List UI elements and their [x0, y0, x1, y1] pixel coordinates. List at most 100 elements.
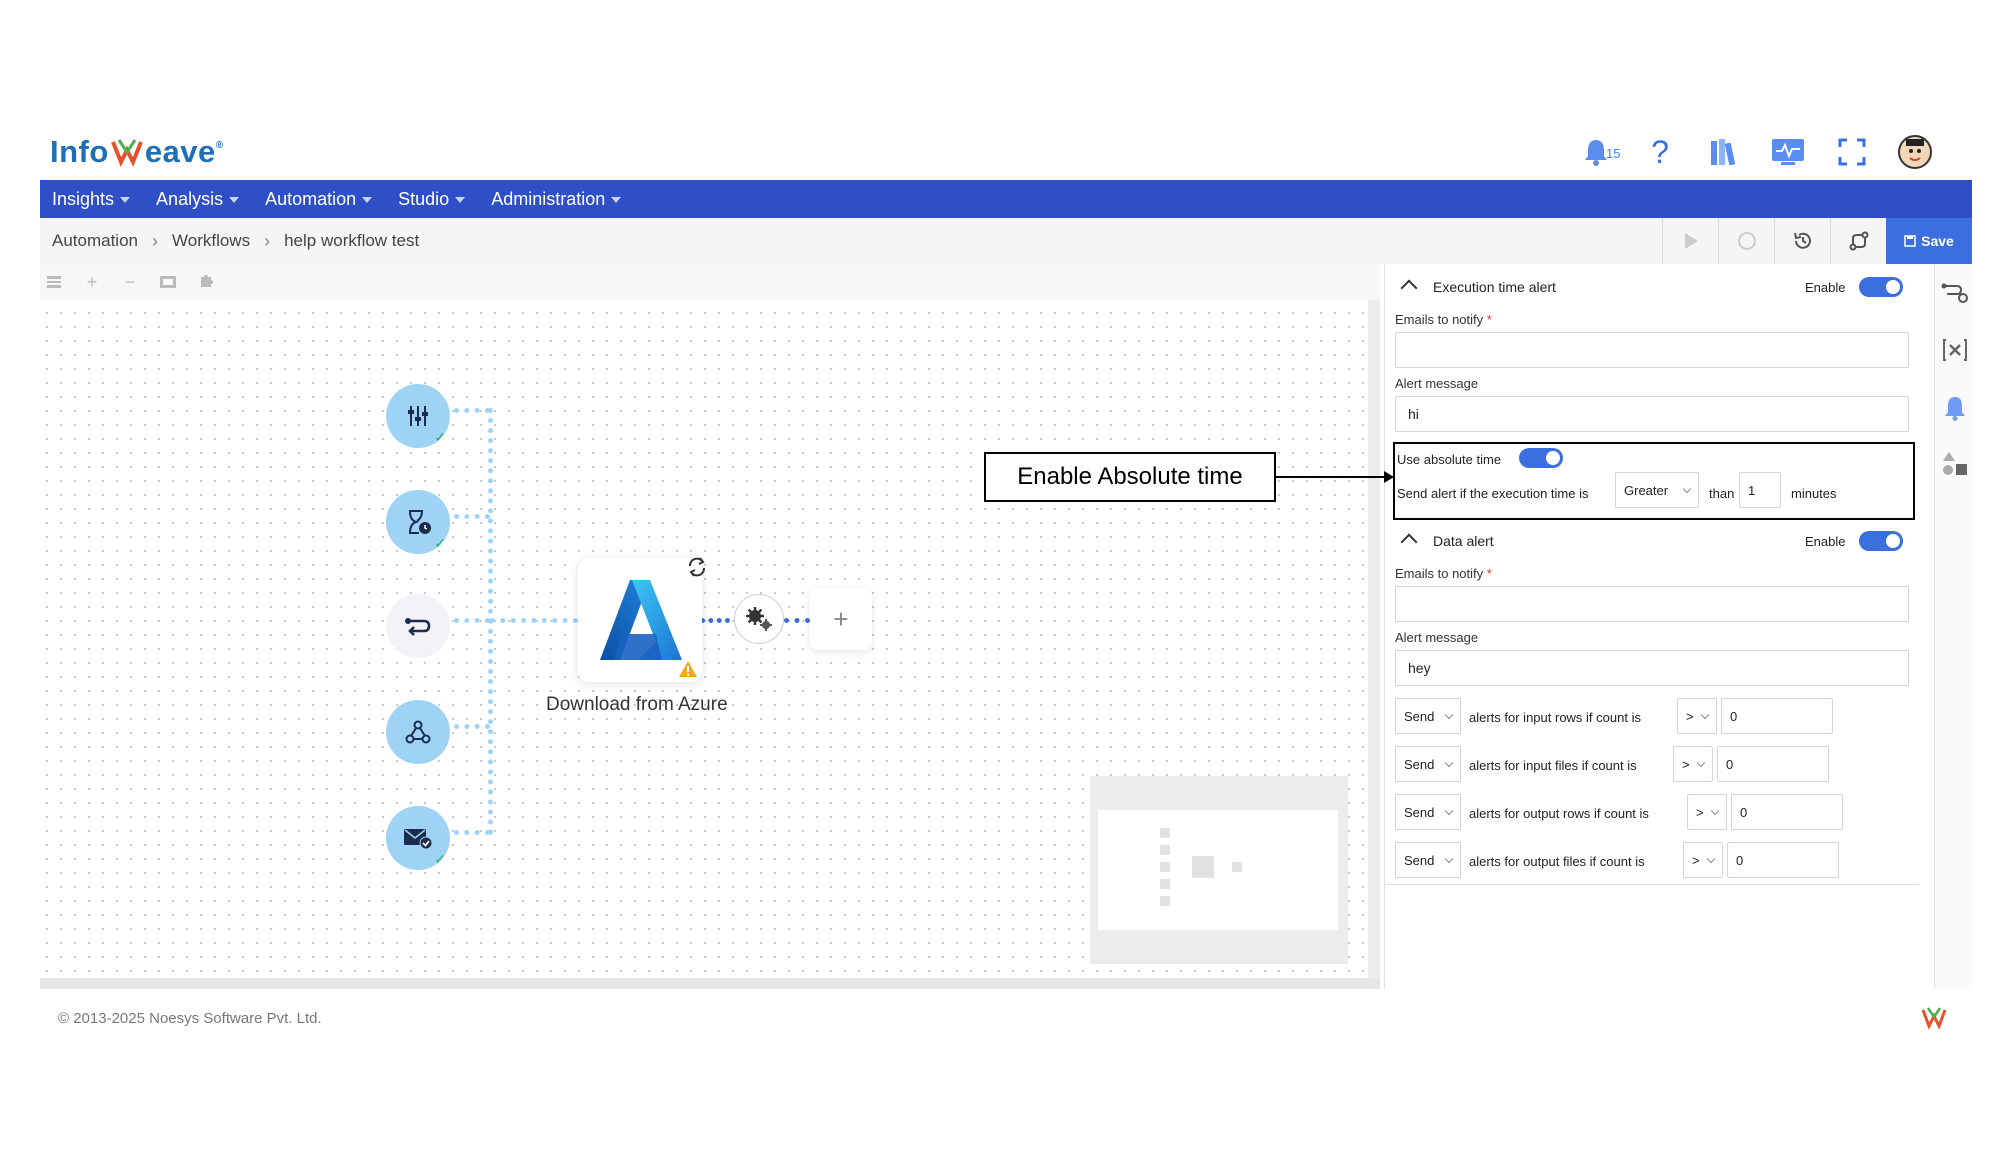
azure-node-label: Download from Azure: [546, 694, 728, 715]
node-settings[interactable]: [734, 594, 784, 644]
send-select[interactable]: Send: [1395, 746, 1461, 782]
execution-message-input[interactable]: hi: [1395, 396, 1909, 432]
data-alert-header[interactable]: Data alert Enable: [1385, 526, 1925, 556]
route-settings-icon[interactable]: [1941, 278, 1969, 306]
absolute-time-toggle[interactable]: [1519, 448, 1563, 468]
add-node-button[interactable]: +: [810, 588, 872, 650]
email-node[interactable]: ✓: [386, 806, 450, 870]
send-select[interactable]: Send: [1395, 794, 1461, 830]
execution-alert-header[interactable]: Execution time alert Enable: [1385, 272, 1925, 302]
send-select[interactable]: Send: [1395, 842, 1461, 878]
gears-icon: [746, 607, 772, 631]
save-button[interactable]: Save: [1886, 218, 1972, 264]
main-menu: Insights Analysis Automation Studio Admi…: [40, 180, 1972, 218]
operator-select[interactable]: >: [1673, 746, 1713, 782]
user-avatar[interactable]: [1898, 135, 1932, 169]
canvas-bottom-resize-handle[interactable]: [40, 978, 1380, 989]
menu-insights[interactable]: Insights: [52, 189, 131, 210]
fit-view-icon[interactable]: [158, 272, 178, 292]
chevron-down-icon: [611, 197, 622, 203]
alert-row-input-rows: Send alerts for input rows if count is >…: [1395, 698, 1935, 738]
puzzle-icon[interactable]: [196, 272, 216, 292]
count-input[interactable]: 0: [1727, 842, 1839, 878]
operator-select[interactable]: >: [1683, 842, 1723, 878]
wait-node[interactable]: ✓: [386, 490, 450, 554]
zoom-in-icon[interactable]: +: [82, 272, 102, 292]
execution-emails-input[interactable]: [1395, 332, 1909, 368]
menu-automation[interactable]: Automation: [265, 189, 373, 210]
connector: [454, 830, 490, 835]
breadcrumb-workflows[interactable]: Workflows: [172, 231, 250, 251]
azure-download-node[interactable]: [578, 557, 705, 682]
send-select[interactable]: Send: [1395, 698, 1461, 734]
comparison-select[interactable]: Greater: [1615, 472, 1699, 508]
filter-node[interactable]: ✓: [386, 384, 450, 448]
operator-select[interactable]: >: [1687, 794, 1727, 830]
breadcrumb-current: help workflow test: [284, 231, 420, 250]
chevron-down-icon: [362, 197, 373, 203]
canvas-resize-handle[interactable]: [1368, 300, 1380, 978]
chevron-down-icon: [1700, 710, 1710, 720]
execution-message-label: Alert message: [1395, 376, 1479, 391]
collapse-tool-icon[interactable]: [44, 272, 64, 292]
count-input[interactable]: 0: [1731, 794, 1843, 830]
email-check-icon: [404, 829, 433, 850]
chevron-right-icon: ›: [264, 230, 271, 251]
connector: [454, 514, 490, 519]
count-input[interactable]: 0: [1717, 746, 1829, 782]
fullscreen-button[interactable]: [1834, 134, 1870, 170]
send-alert-text: Send alert if the execution time is: [1397, 486, 1589, 501]
menu-analysis[interactable]: Analysis: [156, 189, 240, 210]
help-button[interactable]: ?: [1642, 134, 1678, 170]
check-icon: ✓: [434, 429, 446, 445]
chevron-up-icon[interactable]: [1400, 533, 1418, 551]
data-alert-title: Data alert: [1433, 533, 1494, 549]
count-input[interactable]: 0: [1721, 698, 1833, 734]
minutes-text: minutes: [1791, 486, 1837, 501]
minutes-input[interactable]: 1: [1739, 472, 1781, 508]
chevron-up-icon[interactable]: [1400, 279, 1418, 297]
minimap[interactable]: [1090, 776, 1348, 964]
than-text: than: [1709, 486, 1735, 501]
workflow-toolbar: Save: [1662, 218, 1972, 264]
notifications-button[interactable]: 15: [1578, 134, 1620, 170]
refresh-icon[interactable]: [686, 556, 708, 578]
variable-icon[interactable]: [1941, 336, 1969, 364]
top-header: Info eave ® 15 ?: [40, 124, 1972, 180]
play-icon: [1684, 233, 1698, 249]
data-message-input[interactable]: hey: [1395, 650, 1909, 686]
data-emails-input[interactable]: [1395, 586, 1909, 622]
menu-administration[interactable]: Administration: [491, 189, 622, 210]
alerts-bell-icon[interactable]: [1941, 394, 1969, 422]
route-node[interactable]: [386, 594, 450, 658]
zoom-out-icon[interactable]: −: [120, 272, 140, 292]
alert-row-output-rows: Send alerts for output rows if count is …: [1395, 794, 1935, 834]
history-button[interactable]: [1774, 218, 1830, 264]
breadcrumb-automation[interactable]: Automation: [52, 231, 138, 251]
operator-select[interactable]: >: [1677, 698, 1717, 734]
workflow-canvas[interactable]: + − ✓ ✓ ✓ Download from Azure +: [40, 264, 1380, 989]
chevron-down-icon: [120, 197, 131, 203]
infoveave-logo[interactable]: Info eave ®: [50, 130, 224, 174]
library-icon: [1711, 139, 1736, 166]
shapes-icon[interactable]: [1941, 450, 1969, 478]
connector: [490, 618, 578, 623]
footer-copyright: © 2013-2025 Noesys Software Pvt. Ltd.: [58, 1010, 322, 1027]
execution-enable-toggle[interactable]: [1859, 277, 1903, 297]
header-icons: 15 ?: [1578, 132, 1932, 172]
warning-icon: [679, 661, 697, 677]
hourglass-clock-icon: [409, 510, 431, 534]
chevron-down-icon: [1696, 758, 1706, 768]
chevron-down-icon: [1710, 806, 1720, 816]
absolute-time-section: Use absolute time Send alert if the exec…: [1393, 442, 1915, 520]
library-button[interactable]: [1706, 134, 1742, 170]
monitor-button[interactable]: [1770, 134, 1806, 170]
run-button[interactable]: [1662, 218, 1718, 264]
data-enable-toggle[interactable]: [1859, 531, 1903, 551]
menu-studio[interactable]: Studio: [398, 189, 466, 210]
versions-button[interactable]: [1830, 218, 1886, 264]
stop-button[interactable]: [1718, 218, 1774, 264]
webhook-node[interactable]: [386, 700, 450, 764]
logo-text-right: eave: [144, 134, 216, 169]
execution-emails-label: Emails to notify *: [1395, 312, 1492, 327]
